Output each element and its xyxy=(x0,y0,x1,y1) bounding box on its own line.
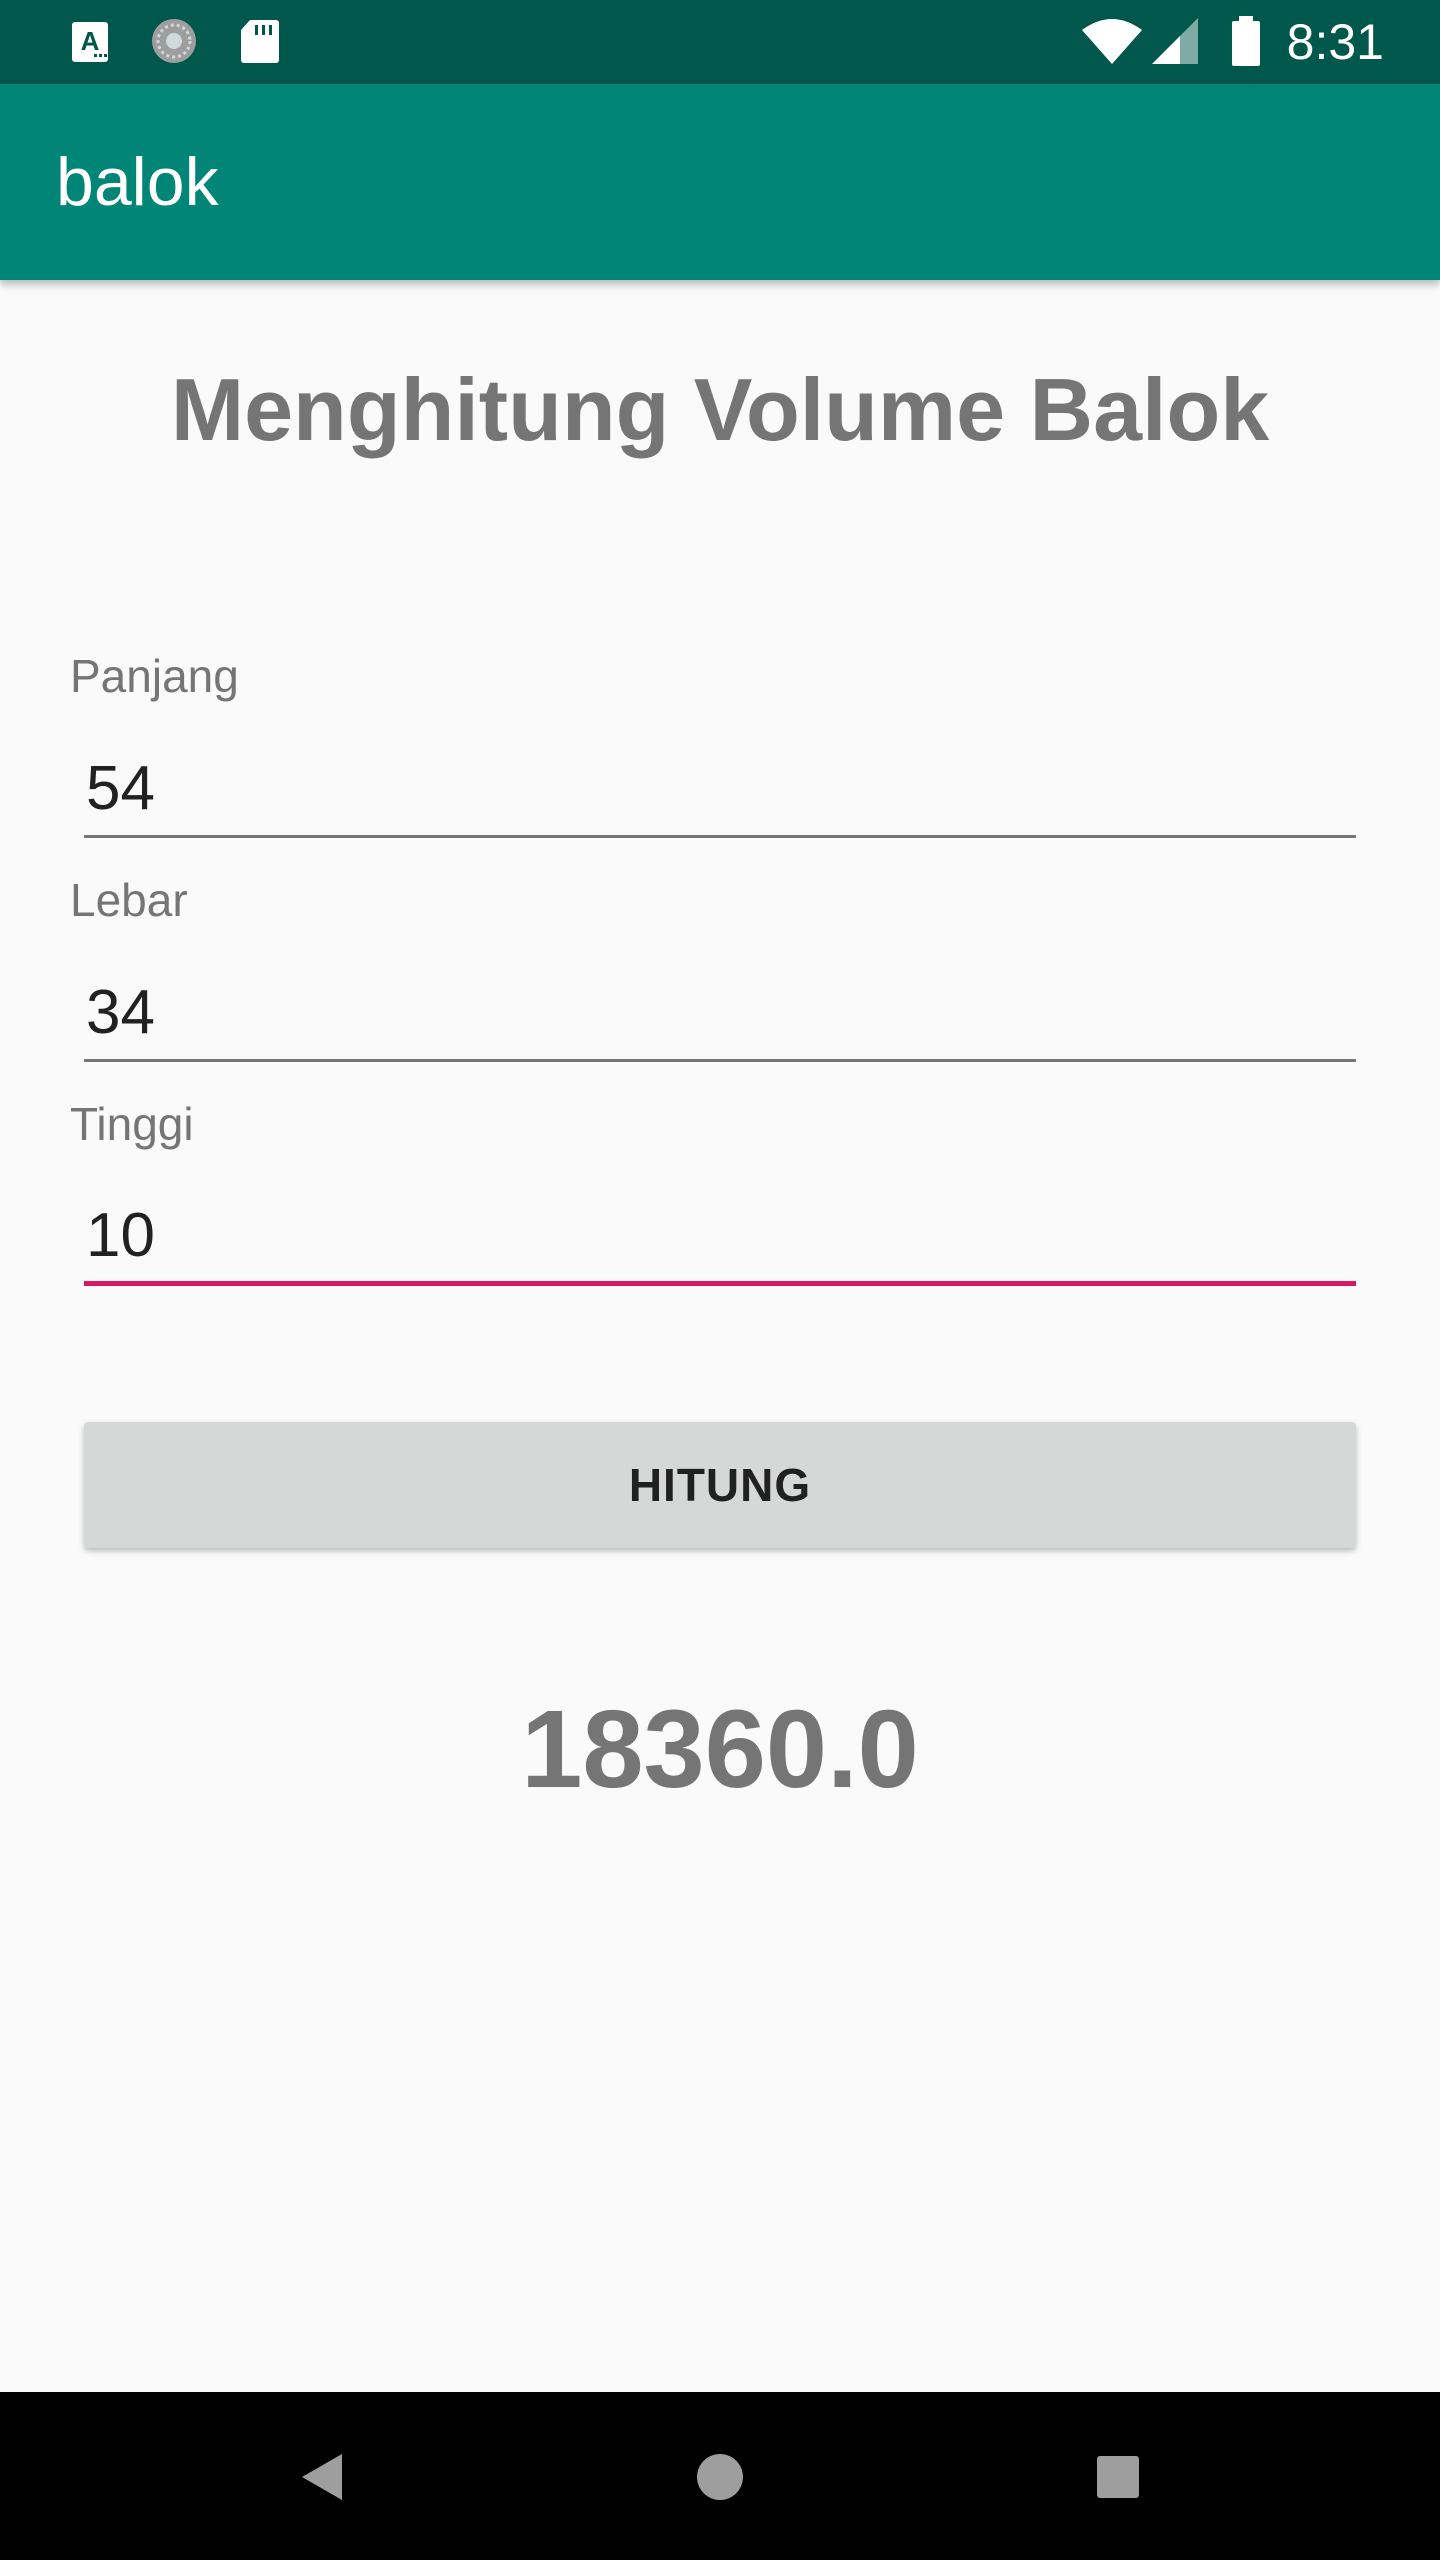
panjang-label: Panjang xyxy=(70,650,239,702)
lebar-input[interactable] xyxy=(84,966,1356,1062)
tinggi-input[interactable] xyxy=(84,1190,1356,1286)
sync-icon xyxy=(152,19,196,63)
status-bar: A 8:31 xyxy=(0,0,1440,84)
svg-text:A: A xyxy=(81,26,100,56)
sd-card-icon xyxy=(241,20,279,63)
navigation-bar xyxy=(0,2392,1440,2560)
status-time: 8:31 xyxy=(1286,14,1384,70)
cellular-signal-icon xyxy=(1152,18,1198,64)
notification-a-icon: A xyxy=(72,22,108,62)
lebar-label: Lebar xyxy=(70,874,188,926)
wifi-icon xyxy=(1082,19,1142,64)
panjang-input[interactable] xyxy=(84,742,1356,838)
home-icon[interactable] xyxy=(675,2432,765,2522)
result-value: 18360.0 xyxy=(521,1688,919,1811)
tinggi-label: Tinggi xyxy=(70,1098,194,1150)
app-bar: balok xyxy=(0,84,1440,280)
battery-icon xyxy=(1232,16,1260,66)
page-heading: Menghitung Volume Balok xyxy=(170,360,1270,459)
recents-icon[interactable] xyxy=(1073,2432,1163,2522)
hitung-button[interactable]: HITUNG xyxy=(84,1422,1356,1548)
app-title: balok xyxy=(56,144,219,220)
back-icon[interactable] xyxy=(276,2432,366,2522)
